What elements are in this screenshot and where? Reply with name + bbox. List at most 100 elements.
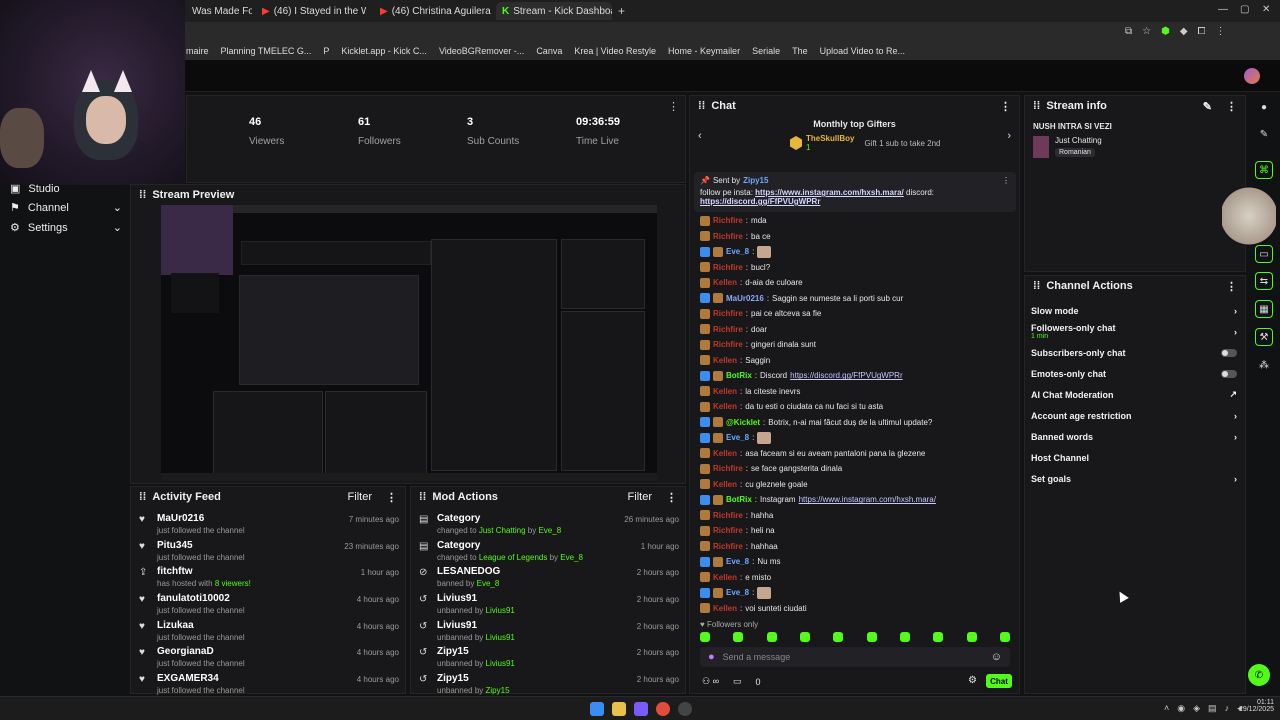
drag-icon[interactable]: ⁞⁞ bbox=[1033, 100, 1040, 112]
browser-tab-1[interactable]: Was Made For Lov✕ bbox=[186, 2, 252, 20]
bookmark[interactable]: Home - Keymailer bbox=[668, 46, 740, 56]
chat-username[interactable]: Eve_8 bbox=[726, 588, 749, 597]
bookmark[interactable]: P bbox=[323, 46, 329, 56]
browser-tab-3[interactable]: ▶(46) Christina Aguilera - Genie✕ bbox=[374, 2, 492, 20]
app-icon[interactable] bbox=[678, 702, 692, 716]
more-icon[interactable]: ⋮ bbox=[386, 491, 397, 504]
more-icon[interactable]: ⋮ bbox=[668, 100, 679, 113]
drag-icon[interactable]: ⁞⁞ bbox=[1033, 280, 1040, 292]
chat-username[interactable]: Richfire bbox=[713, 542, 743, 551]
mod-action-moderator[interactable]: Livius91 bbox=[486, 633, 515, 642]
chat-input[interactable]: ● Send a message ☺ bbox=[700, 647, 1010, 667]
chevron-up-icon[interactable]: ˄ bbox=[1164, 703, 1169, 714]
emote-icon[interactable] bbox=[899, 632, 910, 642]
maximize-icon[interactable]: ▢ bbox=[1240, 4, 1249, 15]
chat-username[interactable]: Kellen bbox=[713, 387, 737, 396]
channel-action-row[interactable]: Subscribers-only chat bbox=[1025, 342, 1245, 363]
chat-username[interactable]: BotRix bbox=[726, 495, 752, 504]
emoji-icon[interactable]: ☺ bbox=[991, 651, 1002, 663]
translate-icon[interactable]: ⧉ bbox=[1125, 26, 1132, 37]
wrench-icon[interactable]: ⚒ bbox=[1255, 328, 1273, 346]
chat-username[interactable]: Richfire bbox=[713, 526, 743, 535]
chat-username[interactable]: Kellen bbox=[713, 278, 737, 287]
send-chat-button[interactable]: Chat bbox=[986, 674, 1012, 688]
external-link-icon[interactable]: ↗ bbox=[1229, 389, 1237, 400]
bookmark[interactable]: Upload Video to Re... bbox=[820, 46, 905, 56]
edit-icon[interactable]: ✎ bbox=[1255, 125, 1273, 143]
mod-action-title[interactable]: Zipy15 bbox=[437, 646, 515, 657]
mic-icon[interactable]: ♪ bbox=[1225, 703, 1230, 714]
star-icon[interactable]: ☆ bbox=[1142, 26, 1151, 37]
activity-user[interactable]: fitchftw bbox=[157, 566, 251, 577]
channel-action-row[interactable]: Account age restriction › bbox=[1025, 405, 1245, 426]
discord-icon[interactable] bbox=[634, 702, 648, 716]
mod-action-moderator[interactable]: Eve_8 bbox=[560, 553, 583, 562]
chat-icon[interactable]: ▭ bbox=[1255, 245, 1273, 263]
emote-icon[interactable] bbox=[999, 632, 1010, 642]
chat-username[interactable]: Kellen bbox=[713, 573, 737, 582]
menu-icon[interactable]: ⋮ bbox=[1216, 26, 1226, 37]
emote-icon[interactable] bbox=[766, 632, 777, 642]
mod-action-title[interactable]: Category bbox=[437, 513, 561, 524]
bookmark[interactable]: Planning TMELEC G... bbox=[221, 46, 312, 56]
viewers-icon[interactable]: ⚇ ∞ bbox=[702, 676, 719, 687]
tool-icon[interactable]: ⌘ bbox=[1255, 161, 1273, 179]
tray-icon[interactable]: ◉ bbox=[1177, 703, 1185, 714]
bookmark[interactable]: Kicklet.app - Kick C... bbox=[341, 46, 427, 56]
avatar[interactable] bbox=[1244, 68, 1260, 84]
chat-username[interactable]: Eve_8 bbox=[726, 247, 749, 256]
toggle-switch[interactable] bbox=[1221, 369, 1237, 378]
chat-username[interactable]: Kellen bbox=[713, 480, 737, 489]
mod-action-title[interactable]: Category bbox=[437, 540, 583, 551]
emote-icon[interactable] bbox=[799, 632, 810, 642]
bookmark[interactable]: maire bbox=[186, 46, 209, 56]
mod-action-title[interactable]: Livius91 bbox=[437, 593, 515, 604]
extension-icon[interactable]: ⬢ bbox=[1161, 26, 1170, 37]
bookmark[interactable]: Seriale bbox=[752, 46, 780, 56]
activity-user[interactable]: Lizukaa bbox=[157, 620, 245, 631]
mod-action-moderator[interactable]: Eve_8 bbox=[477, 579, 500, 588]
emote-icon[interactable] bbox=[866, 632, 877, 642]
pinned-link[interactable]: https://discord.gg/FfPVUgWPRr bbox=[700, 197, 820, 206]
bookmark[interactable]: The bbox=[792, 46, 808, 56]
sidebar-item-settings[interactable]: ⚙ Settings ⌄ bbox=[10, 221, 122, 235]
chat-username[interactable]: MaUr0216 bbox=[726, 294, 764, 303]
mod-action-moderator[interactable]: Livius91 bbox=[486, 606, 515, 615]
clock[interactable]: 01:11 29/12/2025 bbox=[1236, 699, 1274, 713]
apps-icon[interactable]: ⁂ bbox=[1255, 356, 1273, 374]
mod-action-moderator[interactable]: Eve_8 bbox=[538, 526, 561, 535]
emote-icon[interactable] bbox=[833, 632, 844, 642]
puzzle-icon[interactable]: ⧠ bbox=[1198, 26, 1206, 37]
chat-username[interactable]: Richfire bbox=[713, 216, 743, 225]
emote-icon[interactable] bbox=[933, 632, 944, 642]
chat-settings-icon[interactable]: ⚙ bbox=[968, 675, 977, 686]
browser-tab-4[interactable]: KStream - Kick Dashboard✕ bbox=[496, 2, 612, 20]
toggle-switch[interactable] bbox=[1221, 348, 1237, 357]
emote-icon[interactable] bbox=[700, 632, 710, 642]
sidebar-item-studio[interactable]: ▣ Studio bbox=[10, 182, 122, 196]
chat-username[interactable]: Kellen bbox=[713, 449, 737, 458]
chat-bubble-icon[interactable]: ✆ bbox=[1248, 664, 1270, 686]
chat-username[interactable]: Richfire bbox=[713, 263, 743, 272]
browser-tab-2[interactable]: ▶(46) I Stayed in the Worst Room✕ bbox=[256, 2, 366, 20]
chat-username[interactable]: Richfire bbox=[713, 340, 743, 349]
bookmark[interactable]: Canva bbox=[536, 46, 562, 56]
mod-action-title[interactable]: Livius91 bbox=[437, 620, 515, 631]
chat-username[interactable]: Eve_8 bbox=[726, 433, 749, 442]
edit-icon[interactable]: ✎ bbox=[1203, 100, 1212, 113]
mod-action-title[interactable]: LESANEDOG bbox=[437, 566, 500, 577]
bookmark[interactable]: Krea | Video Restyle bbox=[574, 46, 656, 56]
chat-link[interactable]: https://discord.gg/FfPVUgWPRr bbox=[790, 371, 902, 380]
mod-action-title[interactable]: Zipy15 bbox=[437, 673, 510, 684]
extension-icon[interactable]: ◆ bbox=[1180, 26, 1188, 37]
channel-action-row[interactable]: Emotes-only chat bbox=[1025, 363, 1245, 384]
chat-username[interactable]: Richfire bbox=[713, 232, 743, 241]
activity-user[interactable]: fanulatoti10002 bbox=[157, 593, 245, 604]
chat-username[interactable]: @Kicklet bbox=[726, 418, 760, 427]
bookmark[interactable]: VideoBGRemover -... bbox=[439, 46, 524, 56]
tray-icon[interactable]: ◈ bbox=[1193, 703, 1200, 714]
stream-video[interactable] bbox=[161, 205, 657, 481]
more-icon[interactable]: ⋮ bbox=[666, 491, 677, 504]
chat-username[interactable]: BotRix bbox=[726, 371, 752, 380]
chrome-icon[interactable] bbox=[656, 702, 670, 716]
